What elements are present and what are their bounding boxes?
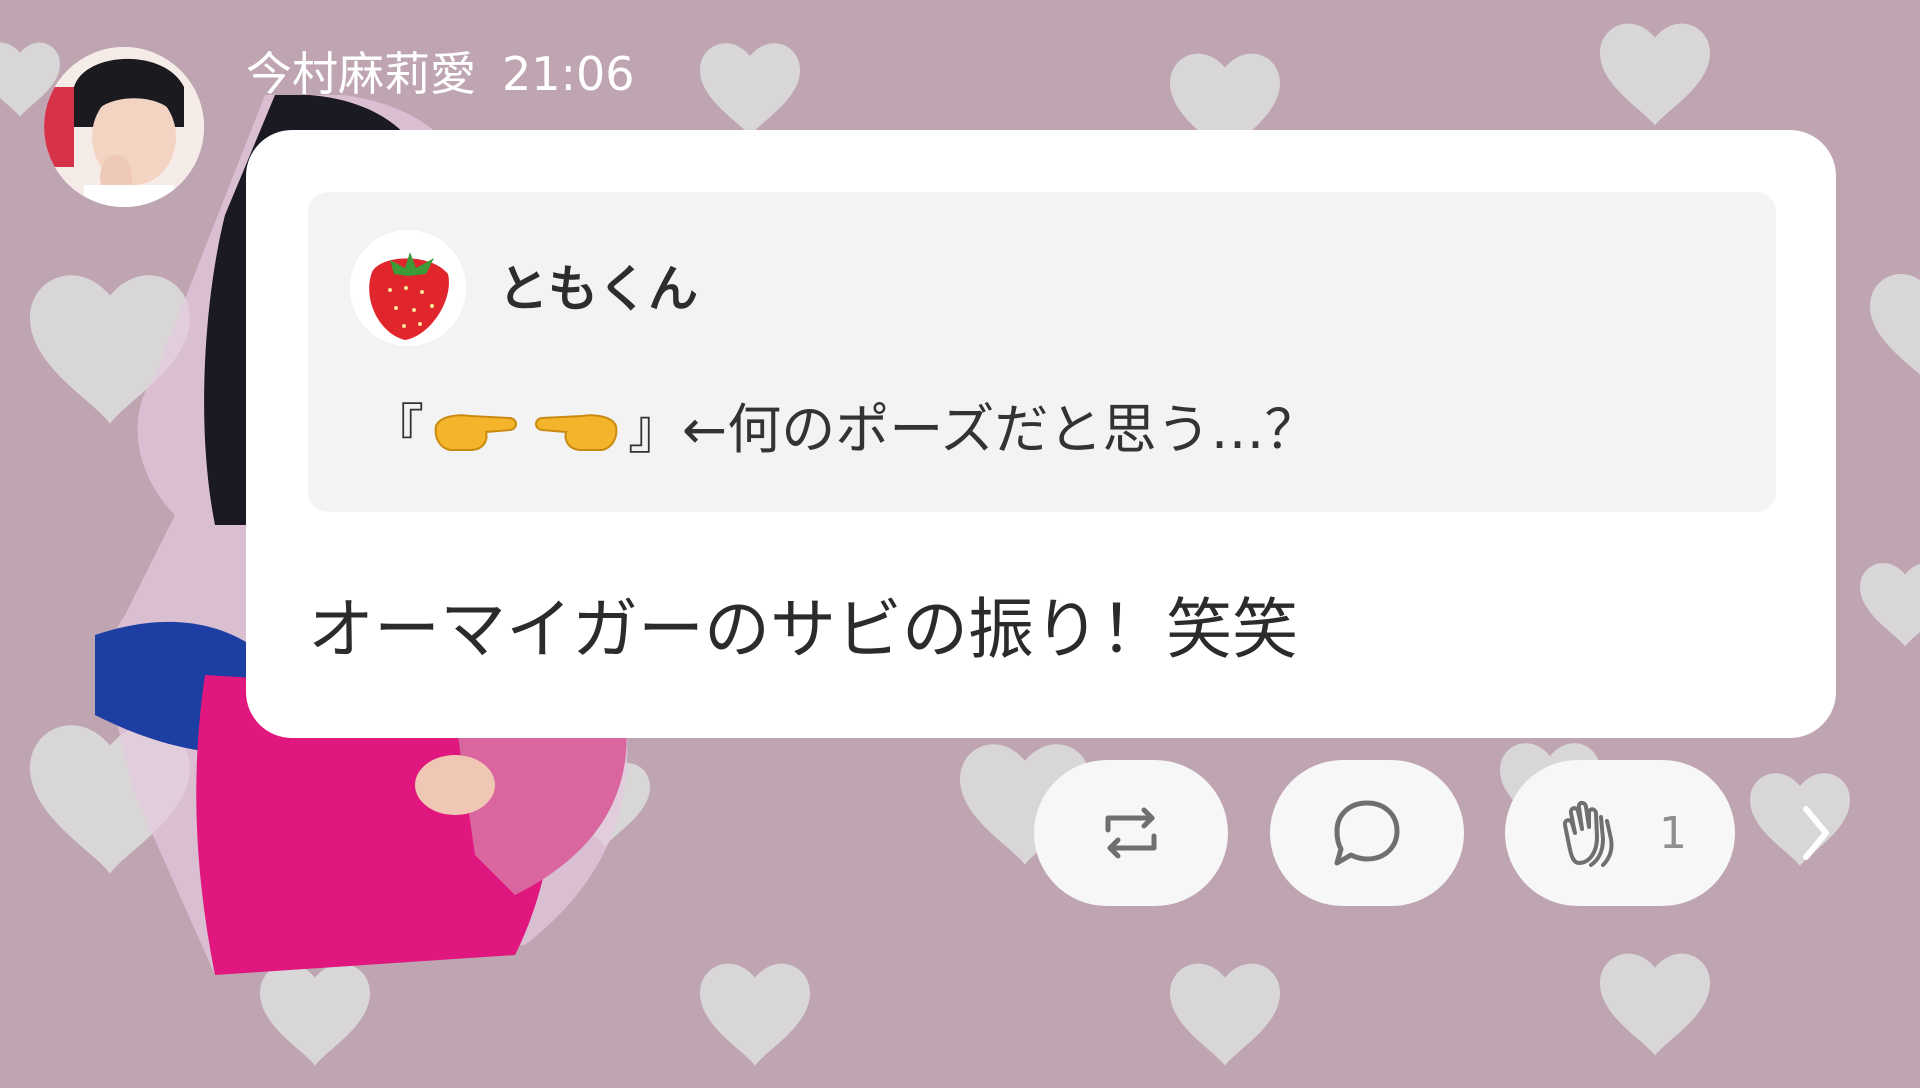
clapping-hands-icon bbox=[1562, 800, 1614, 867]
post-meta: 今村麻莉愛 21:06 bbox=[246, 44, 635, 104]
message-text: オーマイガーのサビの振り！笑笑 bbox=[308, 591, 1298, 668]
profile-photo bbox=[44, 47, 204, 207]
clap-button[interactable]: 1 bbox=[1505, 760, 1735, 906]
quoted-username: ともくん bbox=[498, 260, 698, 318]
repost-button[interactable] bbox=[1034, 760, 1228, 906]
quote-rest-text: 』←何のポーズだと思う…？ bbox=[628, 398, 1319, 461]
comment-icon bbox=[1334, 800, 1400, 866]
backhand-pointing-right-icon bbox=[434, 414, 517, 451]
timestamp: 21:06 bbox=[502, 47, 635, 101]
quote-open-bracket: 『 bbox=[370, 398, 424, 461]
repost-icon bbox=[1105, 807, 1157, 859]
quoted-text: 『 』←何のポーズだと思う…？ bbox=[370, 390, 1319, 470]
comment-button[interactable] bbox=[1270, 760, 1464, 906]
chevron-right-icon[interactable] bbox=[1796, 803, 1836, 863]
avatar[interactable] bbox=[44, 47, 204, 207]
author-name[interactable]: 今村麻莉愛 bbox=[246, 47, 476, 101]
clap-count: 1 bbox=[1659, 807, 1687, 859]
strawberry-icon[interactable] bbox=[350, 230, 466, 346]
quoted-message[interactable]: ともくん 『 』←何のポーズだと思う…？ bbox=[308, 192, 1776, 512]
message-bubble[interactable]: ともくん 『 』←何のポーズだと思う…？ オーマイガーのサビの振り！笑笑 bbox=[246, 130, 1836, 738]
backhand-pointing-left-icon bbox=[535, 414, 618, 451]
